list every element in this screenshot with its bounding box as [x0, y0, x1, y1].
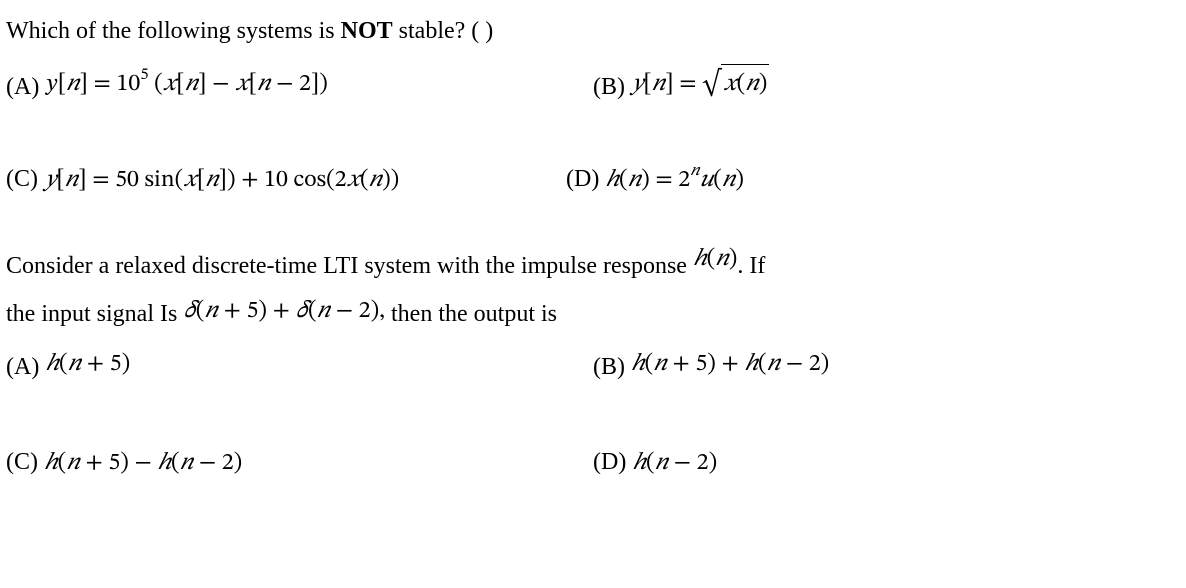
q1-optC-math: 𝑦[𝑛] = 50 sin(𝑥[𝑛]) + 10 cos(2𝑥(𝑛)): [44, 161, 399, 199]
q1-optA-math: 𝑦[𝑛] = 105 (𝑥[𝑛] − 𝑥[𝑛 − 2]): [45, 64, 328, 103]
q1-prompt-post: stable? ( ): [393, 18, 494, 44]
q2-optD-label: (D): [593, 443, 626, 481]
q1-optB-label: (B): [593, 68, 625, 106]
q1-option-d: (D) ℎ(𝑛) = 2𝑛𝑢(𝑛): [566, 160, 744, 199]
question-1: Which of the following systems is NOT st…: [6, 12, 1180, 211]
q2-optC-label: (C): [6, 443, 38, 481]
q2-line1-hn: ℎ(𝑛): [693, 247, 737, 271]
q1-option-b: (B) 𝑦[𝑛] = √𝑥(𝑛): [593, 68, 1180, 107]
q2-optB-math: ℎ(𝑛 + 5) + ℎ(𝑛 − 2): [631, 345, 829, 383]
q2-options-row2: (C) ℎ(𝑛 + 5) − ℎ(𝑛 − 2) (D) ℎ(𝑛 − 2): [6, 443, 1180, 494]
q2-line2-pre: the input signal Is: [6, 301, 183, 327]
q1-optA-label: (A): [6, 68, 39, 106]
q2-option-b: (B) ℎ(𝑛 + 5) + ℎ(𝑛 − 2): [593, 348, 1180, 387]
q1-optD-label: (D): [566, 160, 599, 198]
q1-optD-math: ℎ(𝑛) = 2𝑛𝑢(𝑛): [605, 160, 744, 199]
q2-line2: the input signal Is 𝛿(𝑛 + 5) + 𝛿(𝑛 − 2),…: [6, 295, 1180, 334]
q2-options-row1: (A) ℎ(𝑛 + 5) (B) ℎ(𝑛 + 5) + ℎ(𝑛 − 2): [6, 348, 1180, 399]
q1-option-a: (A) 𝑦[𝑛] = 105 (𝑥[𝑛] − 𝑥[𝑛 − 2]): [6, 68, 593, 107]
q1-options-row2: (C) 𝑦[𝑛] = 50 sin(𝑥[𝑛]) + 10 cos(2𝑥(𝑛)) …: [6, 160, 1180, 211]
q2-optA-label: (A): [6, 348, 39, 386]
q1-options-row1: (A) 𝑦[𝑛] = 105 (𝑥[𝑛] − 𝑥[𝑛 − 2]) (B) 𝑦[𝑛…: [6, 68, 1180, 119]
q2-optA-math: ℎ(𝑛 + 5): [45, 345, 130, 383]
q2-optC-math: ℎ(𝑛 + 5) − ℎ(𝑛 − 2): [44, 444, 242, 482]
q2-line1-pre: Consider a relaxed discrete-time LTI sys…: [6, 253, 693, 279]
q2-line2-post: then the output is: [385, 301, 557, 327]
q2-line1: Consider a relaxed discrete-time LTI sys…: [6, 247, 1180, 286]
q2-optB-label: (B): [593, 348, 625, 386]
question-2: Consider a relaxed discrete-time LTI sys…: [6, 247, 1180, 495]
q1-option-c: (C) 𝑦[𝑛] = 50 sin(𝑥[𝑛]) + 10 cos(2𝑥(𝑛)): [6, 160, 566, 199]
q2-line1-post: . If: [737, 253, 765, 279]
q2-option-c: (C) ℎ(𝑛 + 5) − ℎ(𝑛 − 2): [6, 443, 593, 482]
q2-option-a: (A) ℎ(𝑛 + 5): [6, 348, 593, 387]
q2-optD-math: ℎ(𝑛 − 2): [632, 444, 717, 482]
q1-optC-label: (C): [6, 160, 38, 198]
q1-prompt-bold: NOT: [341, 18, 393, 44]
q1-optB-math: 𝑦[𝑛] = √𝑥(𝑛): [631, 64, 769, 103]
q1-prompt: Which of the following systems is NOT st…: [6, 12, 1180, 50]
q2-option-d: (D) ℎ(𝑛 − 2): [593, 443, 1180, 482]
q2-line2-mid: 𝛿(𝑛 + 5) + 𝛿(𝑛 − 2),: [183, 299, 385, 323]
q1-prompt-pre: Which of the following systems is: [6, 18, 341, 44]
